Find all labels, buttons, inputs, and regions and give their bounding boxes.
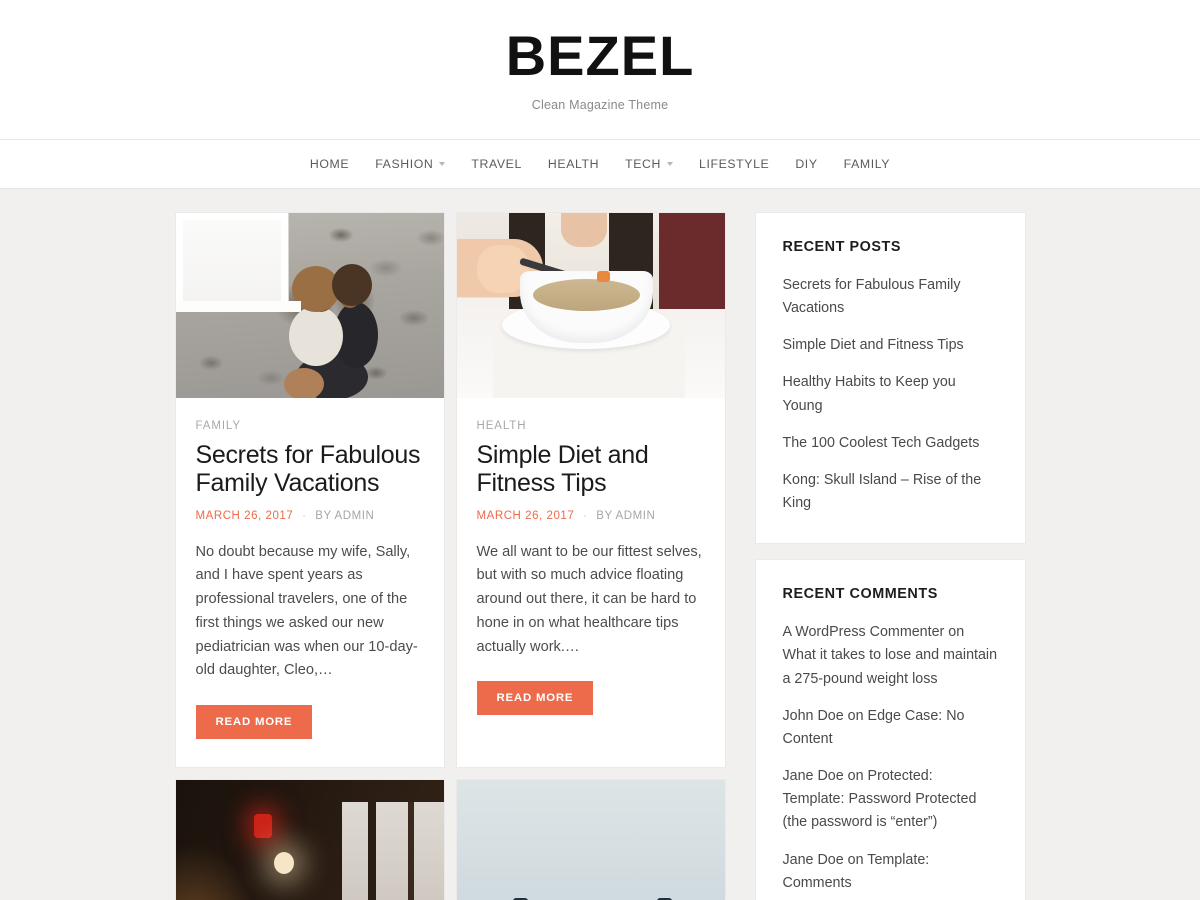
nav-item-label: DIY xyxy=(795,157,818,171)
list-item[interactable]: Healthy Habits to Keep you Young xyxy=(783,371,998,417)
list-item[interactable]: Jane Doe on Protected: Template: Passwor… xyxy=(783,765,998,834)
nav-item-label: HEALTH xyxy=(547,157,600,171)
post-card: HEALTH Simple Diet and Fitness Tips MARC… xyxy=(455,212,726,769)
people-silhouette xyxy=(283,258,394,398)
post-body: HEALTH Simple Diet and Fitness Tips MARC… xyxy=(457,398,725,743)
site-tagline: Clean Magazine Theme xyxy=(531,97,669,112)
read-more-button[interactable]: READ MORE xyxy=(195,705,313,740)
post-body: FAMILY Secrets for Fabulous Family Vacat… xyxy=(176,398,444,767)
read-more-button[interactable]: READ MORE xyxy=(476,681,594,716)
nav-item-label: LIFESTYLE xyxy=(699,157,770,171)
list-item[interactable]: A WordPress Commenter on What it takes t… xyxy=(783,621,998,690)
nav-item-diy[interactable]: DIY xyxy=(782,157,830,171)
post-card: FAMILY Secrets for Fabulous Family Vacat… xyxy=(174,212,445,769)
nav-item-family[interactable]: FAMILY xyxy=(831,157,903,171)
list-item[interactable]: Kong: Skull Island – Rise of the King xyxy=(783,469,998,515)
widget-title: RECENT COMMENTS xyxy=(782,586,938,603)
post-thumbnail[interactable] xyxy=(456,780,725,900)
list-item[interactable]: The 100 Coolest Tech Gadgets xyxy=(783,432,998,455)
mother-and-child-image xyxy=(175,213,444,398)
post-thumbnail[interactable] xyxy=(456,213,725,398)
cafe-interior-image xyxy=(175,780,444,900)
post-category[interactable]: HEALTH xyxy=(477,420,705,432)
post-card xyxy=(174,779,445,900)
post-excerpt: No doubt because my wife, Sally, and I h… xyxy=(195,543,418,679)
post-excerpt: We all want to be our fittest selves, bu… xyxy=(476,543,702,655)
primary-navigation: HOME FASHION TRAVEL HEALTH TECH LIFESTYL… xyxy=(0,140,1200,189)
nav-item-label: TRAVEL xyxy=(471,157,522,171)
sidebar: RECENT POSTS Secrets for Fabulous Family… xyxy=(754,212,1026,900)
list-item[interactable]: Jane Doe on Template: Comments xyxy=(783,849,998,895)
list-item[interactable]: John Doe on Edge Case: No Content xyxy=(783,705,998,751)
drone-image xyxy=(456,780,725,900)
post-meta: MARCH 26, 2017 · BY ADMIN xyxy=(477,510,705,522)
post-thumbnail[interactable] xyxy=(175,213,444,398)
post-title[interactable]: Simple Diet and Fitness Tips xyxy=(477,441,705,498)
list-item[interactable]: Simple Diet and Fitness Tips xyxy=(783,334,998,357)
chevron-down-icon xyxy=(439,162,446,166)
recent-posts-list: Secrets for Fabulous Family Vacations Si… xyxy=(783,274,998,515)
widget-title: RECENT POSTS xyxy=(782,239,902,255)
nav-item-travel[interactable]: TRAVEL xyxy=(458,157,535,171)
post-author[interactable]: BY ADMIN xyxy=(596,510,655,522)
nav-item-health[interactable]: HEALTH xyxy=(535,157,612,171)
post-date[interactable]: MARCH 26, 2017 xyxy=(477,510,575,522)
post-author[interactable]: BY ADMIN xyxy=(315,510,374,522)
nav-list: HOME FASHION TRAVEL HEALTH TECH LIFESTYL… xyxy=(297,157,903,171)
meta-separator: · xyxy=(302,509,307,522)
eating-soup-image xyxy=(456,213,725,398)
widget-recent-posts: RECENT POSTS Secrets for Fabulous Family… xyxy=(754,212,1026,545)
post-date[interactable]: MARCH 26, 2017 xyxy=(196,510,294,522)
meta-separator: · xyxy=(583,509,588,522)
nav-item-label: TECH xyxy=(625,157,661,171)
main-content: FAMILY Secrets for Fabulous Family Vacat… xyxy=(174,212,726,900)
post-category[interactable]: FAMILY xyxy=(196,420,424,432)
post-card xyxy=(455,779,726,900)
recent-comments-list: A WordPress Commenter on What it takes t… xyxy=(783,621,998,900)
post-thumbnail[interactable] xyxy=(175,780,444,900)
post-grid: FAMILY Secrets for Fabulous Family Vacat… xyxy=(174,212,726,900)
nav-item-label: FAMILY xyxy=(843,157,891,171)
nav-item-fashion[interactable]: FASHION xyxy=(362,157,458,171)
nav-item-lifestyle[interactable]: LIFESTYLE xyxy=(686,157,782,171)
page-wrapper: FAMILY Secrets for Fabulous Family Vacat… xyxy=(0,189,1200,900)
list-item[interactable]: Secrets for Fabulous Family Vacations xyxy=(783,274,998,320)
post-meta: MARCH 26, 2017 · BY ADMIN xyxy=(196,510,424,522)
chevron-down-icon xyxy=(667,162,673,166)
site-header: BEZEL Clean Magazine Theme xyxy=(0,0,1200,140)
post-title[interactable]: Secrets for Fabulous Family Vacations xyxy=(196,441,424,498)
site-title[interactable]: BEZEL xyxy=(506,27,695,84)
nav-item-tech[interactable]: TECH xyxy=(612,157,686,171)
nav-item-home[interactable]: HOME xyxy=(297,157,362,171)
nav-item-label: HOME xyxy=(309,157,350,171)
widget-recent-comments: RECENT COMMENTS A WordPress Commenter on… xyxy=(754,559,1026,900)
nav-item-label: FASHION xyxy=(375,157,434,171)
